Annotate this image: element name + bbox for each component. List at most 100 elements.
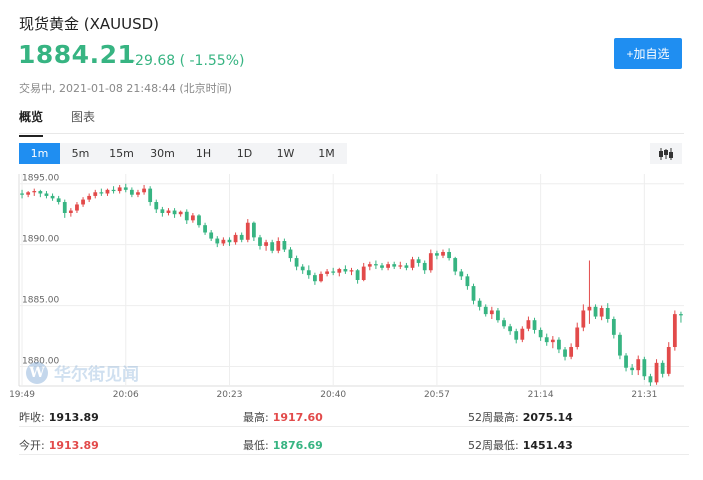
candle-body — [142, 188, 146, 193]
candle-body — [313, 275, 317, 282]
candle-body — [465, 276, 470, 287]
add-to-watchlist-button[interactable]: +加自选 — [614, 38, 682, 69]
trade-status: 交易中, 2021-01-08 21:48:44 (北京时间) — [19, 82, 232, 95]
candle-body — [245, 222, 250, 240]
candle-body — [20, 193, 24, 195]
candle-body — [587, 306, 592, 311]
candle-body — [56, 198, 61, 203]
candle-body — [288, 249, 293, 259]
candle-body — [410, 259, 415, 268]
watermark-text: 华尔街见闻 — [54, 365, 139, 385]
interval-15m[interactable]: 15m — [101, 143, 142, 164]
candle-body — [374, 264, 378, 266]
candle-body — [209, 232, 214, 239]
chart-type-button[interactable] — [650, 143, 682, 164]
candle-body — [300, 266, 305, 271]
candle-body — [215, 238, 220, 244]
stat-open: 今开: 1913.89 — [19, 439, 99, 452]
candle-body — [502, 320, 506, 327]
stat-52wk-low: 52周最低: 1451.43 — [468, 439, 573, 452]
candle-body — [32, 191, 37, 193]
candle-body — [380, 265, 384, 268]
candle-body — [538, 329, 543, 338]
candle-body — [306, 270, 311, 276]
candle-body — [544, 337, 549, 343]
candle-body — [471, 286, 476, 301]
candle-body — [129, 189, 134, 195]
candle-body — [38, 191, 43, 194]
candle-body — [319, 273, 323, 282]
candle-body — [81, 199, 85, 205]
candle-body — [26, 192, 31, 195]
candle-body — [148, 188, 153, 203]
stat-low: 最低: 1876.69 — [243, 439, 323, 452]
candle-body — [87, 195, 92, 200]
candle-body — [349, 270, 354, 272]
candle-body — [337, 269, 342, 273]
x-tick-label: 20:23 — [217, 390, 243, 400]
candle-body — [99, 192, 104, 194]
candle-body — [459, 271, 464, 277]
candle-body — [203, 225, 207, 233]
candle-body — [264, 242, 268, 246]
candle-body — [672, 314, 677, 348]
candle-body — [160, 209, 165, 213]
y-tick-label: 1890.00 — [22, 235, 59, 245]
interval-1w[interactable]: 1W — [265, 143, 306, 164]
candle-body — [355, 270, 360, 280]
x-tick-label: 21:31 — [631, 390, 657, 400]
candle-body — [447, 251, 452, 259]
interval-1mo[interactable]: 1M — [306, 143, 347, 164]
candle-body — [648, 376, 653, 383]
stat-high: 最高: 1917.60 — [243, 411, 323, 424]
candle-body — [611, 318, 616, 335]
candle-body — [599, 308, 604, 317]
instrument-title: 现货黄金 (XAUUSD) — [19, 15, 160, 33]
candle-body — [520, 328, 525, 340]
watermark: W 华尔街见闻 — [26, 360, 139, 385]
candle-body — [428, 253, 433, 271]
candle-body — [477, 300, 482, 307]
candlestick-icon — [659, 147, 673, 160]
candle-body — [251, 222, 256, 238]
interval-1d[interactable]: 1D — [224, 143, 265, 164]
candle-body — [111, 189, 116, 192]
candle-body — [660, 362, 665, 374]
interval-1h[interactable]: 1H — [183, 143, 224, 164]
candle-body — [508, 326, 513, 332]
stat-prev-close: 昨收: 1913.89 — [19, 411, 99, 424]
candle-body — [190, 215, 195, 221]
candle-body — [93, 192, 98, 196]
candle-body — [154, 202, 159, 210]
candle-body — [75, 204, 79, 211]
candle-body — [331, 271, 336, 273]
x-tick-label: 20:06 — [113, 390, 139, 400]
candle-body — [136, 192, 140, 195]
y-tick-label: 1895.00 — [22, 174, 59, 184]
candle-body — [618, 334, 622, 356]
x-tick-label: 19:49 — [9, 390, 35, 400]
candle-body — [593, 306, 598, 317]
candle-body — [367, 264, 372, 267]
candle-body — [489, 310, 494, 315]
candle-body — [636, 359, 641, 371]
x-tick-label: 20:57 — [424, 390, 450, 400]
candle-body — [270, 242, 275, 251]
candle-body — [526, 320, 531, 329]
interval-1m[interactable]: 1m — [19, 143, 60, 164]
x-tick-label: 20:40 — [320, 390, 346, 400]
candle-body — [166, 210, 171, 213]
candle-body — [117, 187, 122, 192]
candle-body — [557, 339, 561, 350]
candle-body — [483, 306, 488, 315]
interval-30m[interactable]: 30m — [142, 143, 183, 164]
candle-body — [679, 314, 683, 316]
candle-body — [44, 193, 49, 196]
candle-body — [581, 310, 586, 328]
candle-body — [550, 339, 555, 343]
tabs-divider — [19, 133, 684, 134]
candle-body — [239, 234, 244, 240]
candle-body — [654, 362, 659, 383]
interval-5m[interactable]: 5m — [60, 143, 101, 164]
candle-body — [453, 258, 458, 272]
